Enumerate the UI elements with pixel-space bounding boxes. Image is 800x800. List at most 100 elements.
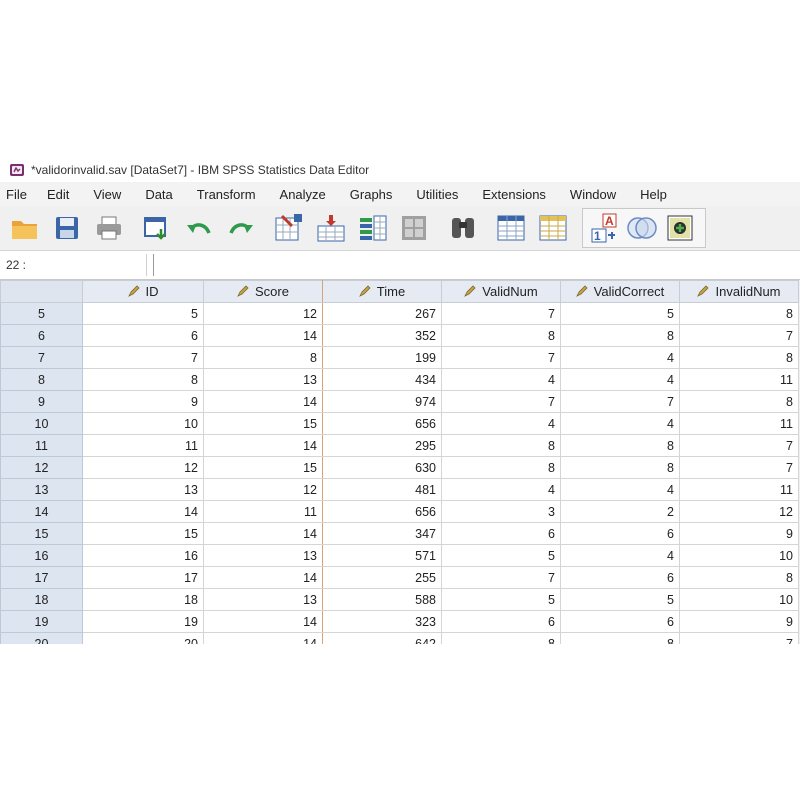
menu-graphs[interactable]: Graphs — [343, 187, 402, 202]
data-cell-validcorrect[interactable]: 6 — [560, 566, 680, 589]
open-folder-icon[interactable] — [8, 211, 42, 245]
data-cell-score[interactable]: 11 — [203, 500, 323, 523]
data-cell-validcorrect[interactable]: 2 — [560, 500, 680, 523]
data-cell-invalidnum[interactable]: 11 — [679, 478, 799, 501]
data-cell-id[interactable]: 16 — [82, 544, 204, 567]
data-cell-validnum[interactable]: 7 — [441, 566, 561, 589]
data-cell-time[interactable]: 347 — [322, 522, 442, 545]
goto-case-icon[interactable] — [272, 211, 306, 245]
data-cell-validnum[interactable]: 8 — [441, 324, 561, 347]
data-cell-id[interactable]: 18 — [82, 588, 204, 611]
data-cell-validcorrect[interactable]: 5 — [560, 302, 680, 325]
data-cell-score[interactable]: 14 — [203, 632, 323, 644]
data-cell-validnum[interactable]: 8 — [441, 632, 561, 644]
data-cell-time[interactable]: 352 — [322, 324, 442, 347]
data-cell-validnum[interactable]: 7 — [441, 390, 561, 413]
data-cell-time[interactable]: 323 — [322, 610, 442, 633]
data-cell-id[interactable]: 11 — [82, 434, 204, 457]
data-cell-time[interactable]: 642 — [322, 632, 442, 644]
row-header[interactable]: 13 — [0, 478, 83, 501]
data-cell-time[interactable]: 255 — [322, 566, 442, 589]
data-cell-invalidnum[interactable]: 9 — [679, 522, 799, 545]
goto-variable-icon[interactable] — [314, 211, 348, 245]
data-cell-score[interactable]: 13 — [203, 588, 323, 611]
data-cell-invalidnum[interactable]: 7 — [679, 632, 799, 644]
data-cell-score[interactable]: 14 — [203, 390, 323, 413]
data-cell-id[interactable]: 8 — [82, 368, 204, 391]
menu-analyze[interactable]: Analyze — [273, 187, 335, 202]
column-header-time[interactable]: Time — [322, 280, 442, 303]
data-cell-validcorrect[interactable]: 8 — [560, 632, 680, 644]
data-cell-invalidnum[interactable]: 12 — [679, 500, 799, 523]
data-cell-invalidnum[interactable]: 9 — [679, 610, 799, 633]
data-cell-id[interactable]: 13 — [82, 478, 204, 501]
data-cell-validcorrect[interactable]: 5 — [560, 588, 680, 611]
row-header[interactable]: 10 — [0, 412, 83, 435]
cell-value-input[interactable] — [153, 254, 800, 276]
data-cell-validcorrect[interactable]: 4 — [560, 368, 680, 391]
column-header-invalidnum[interactable]: InvalidNum — [679, 280, 799, 303]
menu-view[interactable]: View — [86, 187, 130, 202]
menu-extensions[interactable]: Extensions — [475, 187, 555, 202]
show-all-variables-icon[interactable] — [663, 211, 697, 245]
data-cell-invalidnum[interactable]: 7 — [679, 324, 799, 347]
data-cell-validcorrect[interactable]: 4 — [560, 412, 680, 435]
data-cell-id[interactable]: 5 — [82, 302, 204, 325]
data-cell-invalidnum[interactable]: 8 — [679, 566, 799, 589]
menu-edit[interactable]: Edit — [40, 187, 78, 202]
variables-icon[interactable] — [356, 211, 390, 245]
data-cell-invalidnum[interactable]: 8 — [679, 302, 799, 325]
dialog-recall-icon[interactable] — [140, 211, 174, 245]
data-cell-time[interactable]: 571 — [322, 544, 442, 567]
data-cell-score[interactable]: 15 — [203, 456, 323, 479]
data-cell-id[interactable]: 20 — [82, 632, 204, 644]
data-cell-time[interactable]: 588 — [322, 588, 442, 611]
data-cell-id[interactable]: 12 — [82, 456, 204, 479]
data-cell-validnum[interactable]: 7 — [441, 346, 561, 369]
data-cell-invalidnum[interactable]: 10 — [679, 544, 799, 567]
row-header[interactable]: 12 — [0, 456, 83, 479]
data-cell-score[interactable]: 12 — [203, 302, 323, 325]
data-cell-validnum[interactable]: 6 — [441, 522, 561, 545]
data-cell-score[interactable]: 14 — [203, 566, 323, 589]
column-header-validcorrect[interactable]: ValidCorrect — [560, 280, 680, 303]
row-header[interactable]: 8 — [0, 368, 83, 391]
data-cell-score[interactable]: 14 — [203, 522, 323, 545]
data-cell-invalidnum[interactable]: 11 — [679, 368, 799, 391]
data-cell-time[interactable]: 481 — [322, 478, 442, 501]
column-header-score[interactable]: Score — [203, 280, 323, 303]
grid-corner-cell[interactable] — [0, 280, 83, 303]
data-cell-id[interactable]: 15 — [82, 522, 204, 545]
data-cell-id[interactable]: 9 — [82, 390, 204, 413]
data-cell-invalidnum[interactable]: 8 — [679, 346, 799, 369]
data-cell-validcorrect[interactable]: 6 — [560, 610, 680, 633]
redo-icon[interactable] — [224, 211, 258, 245]
data-cell-score[interactable]: 15 — [203, 412, 323, 435]
menu-transform[interactable]: Transform — [190, 187, 265, 202]
value-labels-icon[interactable]: A1 — [587, 211, 621, 245]
data-cell-score[interactable]: 13 — [203, 544, 323, 567]
data-cell-validcorrect[interactable]: 8 — [560, 456, 680, 479]
data-cell-validcorrect[interactable]: 7 — [560, 390, 680, 413]
data-cell-validnum[interactable]: 7 — [441, 302, 561, 325]
save-icon[interactable] — [50, 211, 84, 245]
data-cell-validnum[interactable]: 4 — [441, 478, 561, 501]
menu-utilities[interactable]: Utilities — [409, 187, 467, 202]
data-cell-id[interactable]: 17 — [82, 566, 204, 589]
data-cell-id[interactable]: 19 — [82, 610, 204, 633]
column-header-validnum[interactable]: ValidNum — [441, 280, 561, 303]
data-cell-id[interactable]: 6 — [82, 324, 204, 347]
data-cell-validcorrect[interactable]: 4 — [560, 544, 680, 567]
row-header[interactable]: 19 — [0, 610, 83, 633]
data-cell-id[interactable]: 10 — [82, 412, 204, 435]
menu-data[interactable]: Data — [138, 187, 181, 202]
data-cell-validnum[interactable]: 4 — [441, 368, 561, 391]
data-cell-validcorrect[interactable]: 8 — [560, 434, 680, 457]
data-cell-validcorrect[interactable]: 6 — [560, 522, 680, 545]
row-header[interactable]: 15 — [0, 522, 83, 545]
data-cell-score[interactable]: 13 — [203, 368, 323, 391]
data-cell-invalidnum[interactable]: 11 — [679, 412, 799, 435]
run-descriptives-icon[interactable] — [398, 211, 432, 245]
data-cell-time[interactable]: 267 — [322, 302, 442, 325]
data-cell-validcorrect[interactable]: 8 — [560, 324, 680, 347]
